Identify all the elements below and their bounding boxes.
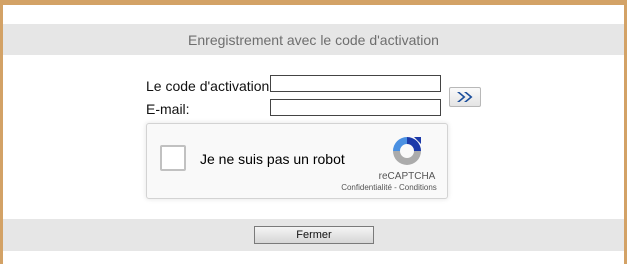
dialog-header: Enregistrement avec le code d'activation	[3, 24, 624, 55]
recaptcha-links: Confidentialité - Conditions	[333, 183, 445, 192]
double-chevron-right-icon	[457, 92, 473, 102]
activation-code-label: Le code d'activation:	[146, 78, 274, 94]
dialog-frame: Enregistrement avec le code d'activation…	[0, 0, 627, 264]
dialog-top-gap	[3, 5, 624, 24]
recaptcha-terms-link[interactable]: Conditions	[399, 183, 437, 192]
recaptcha-logo-icon	[393, 137, 421, 165]
recaptcha-widget: Je ne suis pas un robot reCAPTCHA Confid…	[146, 123, 448, 199]
dialog-title: Enregistrement avec le code d'activation	[188, 31, 439, 48]
recaptcha-links-separator: -	[391, 183, 399, 192]
close-button[interactable]: Fermer	[254, 226, 374, 244]
recaptcha-label: Je ne suis pas un robot	[200, 151, 345, 167]
recaptcha-brand: reCAPTCHA	[378, 171, 436, 182]
dialog-footer: Fermer	[3, 219, 624, 251]
email-input[interactable]	[270, 99, 441, 116]
email-label: E-mail:	[146, 101, 190, 117]
activation-code-input[interactable]	[270, 75, 441, 92]
recaptcha-checkbox[interactable]	[160, 145, 186, 171]
recaptcha-privacy-link[interactable]: Confidentialité	[341, 183, 392, 192]
submit-button[interactable]	[449, 87, 481, 107]
